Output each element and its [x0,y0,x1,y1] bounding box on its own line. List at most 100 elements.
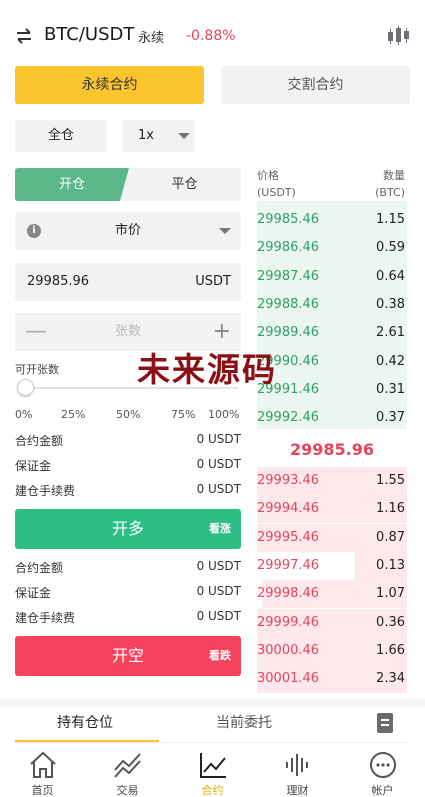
bid-row[interactable]: 29989.46 2.61 [257,319,407,347]
bid-quantity: 1.15 [376,212,405,227]
bid-quantity: 0.42 [376,353,405,369]
ask-row[interactable]: 29997.46 0.13 [257,551,407,580]
order-type-select[interactable]: i 市价 [15,212,241,250]
ask-price: 29994.46 [257,501,320,517]
close-position-tab[interactable]: 平仓 [128,168,241,201]
ask-row[interactable]: 30000.46 1.66 [257,636,407,665]
order-type-value: 市价 [114,223,141,238]
margin-value: 0 USDT [196,457,241,471]
price-value: 29985.96 [27,274,90,289]
leverage-select[interactable]: 1x [123,120,195,152]
nav-label: 首页 [31,784,54,797]
ask-row[interactable]: 29998.46 1.07 [257,580,407,609]
tab-current-orders[interactable]: 当前委托 [216,712,272,732]
leverage-value: 1x [138,128,154,143]
quantity-slider-handle[interactable] [17,379,34,396]
ask-row[interactable]: 30001.46 2.34 [257,665,407,694]
bid-price: 29989.46 [257,325,320,341]
ask-quantity: 1.55 [376,473,405,488]
ask-price: 30000.46 [257,642,320,658]
bottom-nav: 首页 交易 合约 理财 帐户 [0,745,425,797]
bearish-tag: 看跌 [209,649,231,662]
open-position-tab[interactable]: 开仓 [15,168,129,201]
ask-row[interactable]: 29999.46 0.36 [257,608,407,637]
pair-title[interactable]: BTC/USDT [44,24,134,45]
slider-mark-0[interactable]: 0% [15,408,32,421]
bid-price: 29987.46 [257,268,320,284]
orderbook-qty-unit: (BTC) [375,186,405,199]
margin-label: 保证金 [15,586,52,600]
margin-mode-select[interactable]: 全仓 [15,120,107,152]
ask-row[interactable]: 29995.46 0.87 [257,523,407,552]
section-divider [0,699,425,707]
document-icon[interactable] [377,713,393,733]
bid-quantity: 0.31 [376,381,405,397]
orderbook-qty-header: 数量 [383,169,405,182]
bid-row[interactable]: 29987.46 0.64 [257,263,407,291]
ask-row[interactable]: 29993.46 1.55 [257,467,407,495]
bid-row[interactable]: 29990.46 0.42 [257,348,407,376]
tab-positions[interactable]: 持有仓位 [57,712,113,732]
ask-price: 29993.46 [257,473,320,488]
ask-price: 29995.46 [257,529,320,545]
tab-delivery[interactable]: 交割合约 [221,66,410,104]
open-long-button[interactable]: 开多 看涨 [15,509,241,549]
contract-amount-label: 合约金额 [15,561,64,575]
home-icon [30,751,56,778]
bid-quantity: 0.64 [376,268,405,284]
header: BTC/USDT 永续 -0.88% [0,0,425,66]
nav-trade[interactable]: 交易 [85,745,170,797]
nav-home[interactable]: 首页 [0,745,85,797]
bid-row[interactable]: 29992.46 0.37 [257,404,407,432]
open-fee-value: 0 USDT [196,609,241,623]
ask-quantity: 0.36 [376,614,405,630]
contract-amount-label: 合约金额 [15,434,64,448]
nav-contract[interactable]: 合约 [170,745,255,797]
ask-quantity: 1.66 [376,642,405,658]
swap-icon[interactable] [14,26,34,46]
bid-row[interactable]: 29985.46 1.15 [257,206,407,234]
open-fee-label: 建仓手续费 [15,611,76,625]
open-short-button[interactable]: 开空 看跌 [15,636,241,676]
tab-perpetual[interactable]: 永续合约 [15,66,204,104]
nav-finance[interactable]: 理财 [255,745,340,797]
finance-icon [286,754,308,776]
bid-quantity: 0.38 [376,296,405,312]
open-fee-label: 建仓手续费 [15,484,76,498]
slider-mark-25[interactable]: 25% [61,408,85,421]
trade-icon [114,753,141,778]
contract-icon [200,753,226,778]
bullish-tag: 看涨 [209,522,231,535]
orderbook-price-unit: (USDT) [257,186,296,199]
contract-type-label: 永续 [138,31,165,46]
bid-price: 29988.46 [257,296,320,312]
open-close-toggle: 开仓 平仓 [15,168,241,201]
ask-row[interactable]: 29994.46 1.16 [257,495,407,524]
ask-quantity: 1.16 [376,501,405,517]
bid-price: 29992.46 [257,410,320,426]
bid-row[interactable]: 29988.46 0.38 [257,291,407,319]
price-field[interactable]: 29985.96 USDT [15,263,241,301]
account-icon [370,752,396,778]
margin-label: 保证金 [15,459,52,473]
slider-mark-50[interactable]: 50% [116,408,140,421]
kline-chart-icon[interactable] [386,25,412,47]
orderbook-price-header: 价格 [257,169,279,182]
nav-account[interactable]: 帐户 [340,745,425,797]
contract-amount-value: 0 USDT [196,559,241,573]
slider-mark-100[interactable]: 100% [208,408,239,421]
ask-price: 29999.46 [257,614,320,630]
slider-mark-75[interactable]: 75% [171,408,195,421]
bid-row[interactable]: 29991.46 0.31 [257,376,407,404]
price-change: -0.88% [186,28,236,44]
ask-quantity: 1.07 [376,586,405,602]
bid-price: 29986.46 [257,240,320,256]
ask-quantity: 0.87 [376,529,405,545]
bid-quantity: 0.37 [376,410,405,426]
margin-value: 0 USDT [196,584,241,598]
ask-quantity: 0.13 [376,557,405,573]
nav-label: 帐户 [371,784,394,797]
available-quantity-label: 可开张数 [15,363,59,376]
bid-row[interactable]: 29986.46 0.59 [257,234,407,262]
divider [15,742,410,743]
